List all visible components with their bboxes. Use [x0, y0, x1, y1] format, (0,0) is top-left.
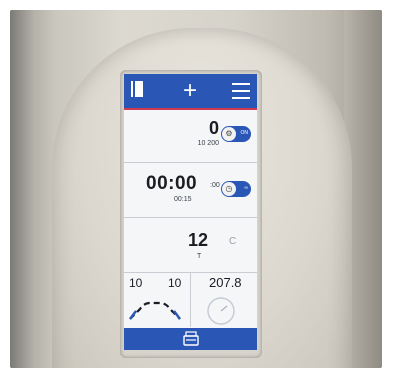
- count-value: 0: [208, 118, 219, 138]
- rotor-toggle[interactable]: ⚙ ON: [221, 126, 251, 142]
- rotor-toggle-label: ON: [240, 130, 249, 136]
- ramp-cell[interactable]: 10 10: [124, 273, 191, 327]
- lid-icon[interactable]: [182, 331, 200, 347]
- plus-icon[interactable]: +: [180, 79, 200, 103]
- timer-icon: ◷: [222, 182, 236, 196]
- top-toolbar: +: [124, 74, 257, 110]
- timer-toggle[interactable]: ◷ ∞: [221, 181, 251, 197]
- bottom-toolbar: [124, 328, 257, 350]
- timer-seconds: :00: [210, 182, 220, 189]
- timer-toggle-label: ∞: [244, 185, 248, 191]
- photo-background: + 0 10 200 ⚙ ON 00:00 :00 00:15 ◷ ∞ 12 C: [10, 10, 382, 368]
- temperature-value: 12: [188, 230, 209, 250]
- temperature-unit: C: [229, 236, 237, 247]
- gauge-icon: [207, 297, 235, 325]
- timer-setpoint: 00:15: [174, 196, 192, 203]
- rotor-icon: ⚙: [222, 127, 236, 141]
- housing-left-edge: [10, 10, 36, 368]
- touch-screen: + 0 10 200 ⚙ ON 00:00 :00 00:15 ◷ ∞ 12 C: [124, 74, 257, 350]
- count-setpoint: 10 200: [197, 140, 219, 147]
- timer-value: 00:00: [146, 173, 198, 194]
- temperature-label: T: [197, 253, 202, 260]
- temperature-row[interactable]: 12 C T: [124, 218, 257, 273]
- speed-cell[interactable]: 207.8: [191, 273, 257, 327]
- ramp-speed-row: 10 10 207.8: [124, 273, 257, 327]
- menu-icon[interactable]: [232, 83, 250, 99]
- ramp-curve-icon: [129, 301, 181, 320]
- timer-row[interactable]: 00:00 :00 00:15 ◷ ∞: [124, 163, 257, 218]
- book-icon[interactable]: [130, 80, 144, 98]
- count-row[interactable]: 0 10 200 ⚙ ON: [124, 110, 257, 163]
